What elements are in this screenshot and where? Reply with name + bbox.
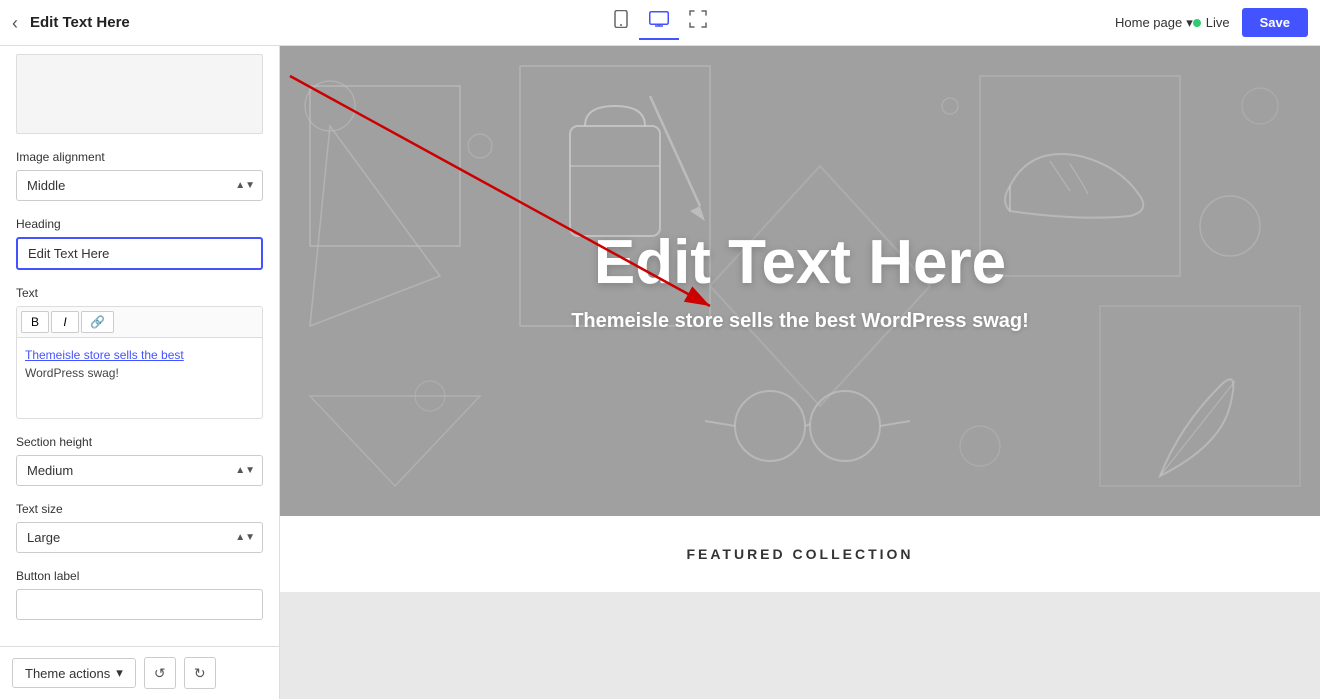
fullscreen-view-button[interactable] xyxy=(679,4,717,41)
section-height-select[interactable]: Small Medium Large xyxy=(16,455,263,486)
live-indicator: Live xyxy=(1193,15,1230,30)
featured-title: FEATURED COLLECTION xyxy=(310,546,1290,562)
image-alignment-group: Image alignment Top Middle Bottom ▲▼ xyxy=(16,150,263,201)
hero-section: Edit Text Here Themeisle store sells the… xyxy=(280,46,1320,516)
text-editor-toolbar: B I 🔗 xyxy=(17,307,262,338)
section-height-select-wrapper: Small Medium Large ▲▼ xyxy=(16,455,263,486)
text-size-label: Text size xyxy=(16,502,263,516)
text-size-group: Text size Small Medium Large ▲▼ xyxy=(16,502,263,553)
back-button[interactable]: ‹ xyxy=(12,14,18,32)
live-dot xyxy=(1193,19,1201,27)
theme-actions-label: Theme actions xyxy=(25,666,110,681)
undo-button[interactable]: ↺ xyxy=(144,657,176,689)
link-button[interactable]: 🔗 xyxy=(81,311,114,333)
save-button[interactable]: Save xyxy=(1242,8,1308,37)
heading-group: Heading xyxy=(16,217,263,270)
page-selector-label: Home page xyxy=(1115,15,1182,30)
italic-button[interactable]: I xyxy=(51,311,79,333)
image-placeholder xyxy=(16,54,263,134)
view-switcher xyxy=(603,4,717,41)
button-label-label: Button label xyxy=(16,569,263,583)
section-height-group: Section height Small Medium Large ▲▼ xyxy=(16,435,263,486)
preview-area: Edit Text Here Themeisle store sells the… xyxy=(280,46,1320,699)
image-alignment-label: Image alignment xyxy=(16,150,263,164)
main-layout: Image alignment Top Middle Bottom ▲▼ Hea… xyxy=(0,46,1320,699)
redo-button[interactable]: ↻ xyxy=(184,657,216,689)
header-right: Live Save xyxy=(1193,8,1308,37)
hero-heading: Edit Text Here xyxy=(571,229,1029,297)
image-alignment-select-wrapper: Top Middle Bottom ▲▼ xyxy=(16,170,263,201)
section-height-label: Section height xyxy=(16,435,263,449)
sidebar-content: Image alignment Top Middle Bottom ▲▼ Hea… xyxy=(0,46,279,646)
hero-subtext: Themeisle store sells the best WordPress… xyxy=(571,310,1029,333)
page-selector[interactable]: Home page ▾ xyxy=(1115,15,1193,31)
text-editor-body[interactable]: Themeisle store sells the best WordPress… xyxy=(17,338,262,418)
heading-label: Heading xyxy=(16,217,263,231)
text-size-select[interactable]: Small Medium Large xyxy=(16,522,263,553)
image-alignment-select[interactable]: Top Middle Bottom xyxy=(16,170,263,201)
text-label: Text xyxy=(16,286,263,300)
button-label-group: Button label xyxy=(16,569,263,620)
sidebar-footer: Theme actions ▾ ↺ ↻ xyxy=(0,646,279,699)
header: ‹ Edit Text Here Home page ▾ Live Save xyxy=(0,0,1320,46)
heading-input[interactable] xyxy=(16,237,263,270)
page-title: Edit Text Here xyxy=(30,14,1095,31)
text-editor: B I 🔗 Themeisle store sells the best Wor… xyxy=(16,306,263,419)
theme-actions-button[interactable]: Theme actions ▾ xyxy=(12,658,136,688)
text-group: Text B I 🔗 Themeisle store sells the bes… xyxy=(16,286,263,419)
mobile-view-button[interactable] xyxy=(603,4,639,41)
theme-actions-arrow: ▾ xyxy=(116,665,123,681)
redo-icon: ↻ xyxy=(194,665,206,682)
bold-button[interactable]: B xyxy=(21,311,49,333)
undo-icon: ↺ xyxy=(154,665,166,682)
live-label: Live xyxy=(1206,15,1230,30)
hero-content: Edit Text Here Themeisle store sells the… xyxy=(571,229,1029,332)
button-label-input[interactable] xyxy=(16,589,263,620)
text-size-select-wrapper: Small Medium Large ▲▼ xyxy=(16,522,263,553)
sidebar: Image alignment Top Middle Bottom ▲▼ Hea… xyxy=(0,46,280,699)
featured-section: FEATURED COLLECTION xyxy=(280,516,1320,592)
text-link[interactable]: Themeisle store sells the best xyxy=(25,348,184,362)
text-rest: WordPress swag! xyxy=(25,366,119,380)
desktop-view-button[interactable] xyxy=(639,5,679,40)
